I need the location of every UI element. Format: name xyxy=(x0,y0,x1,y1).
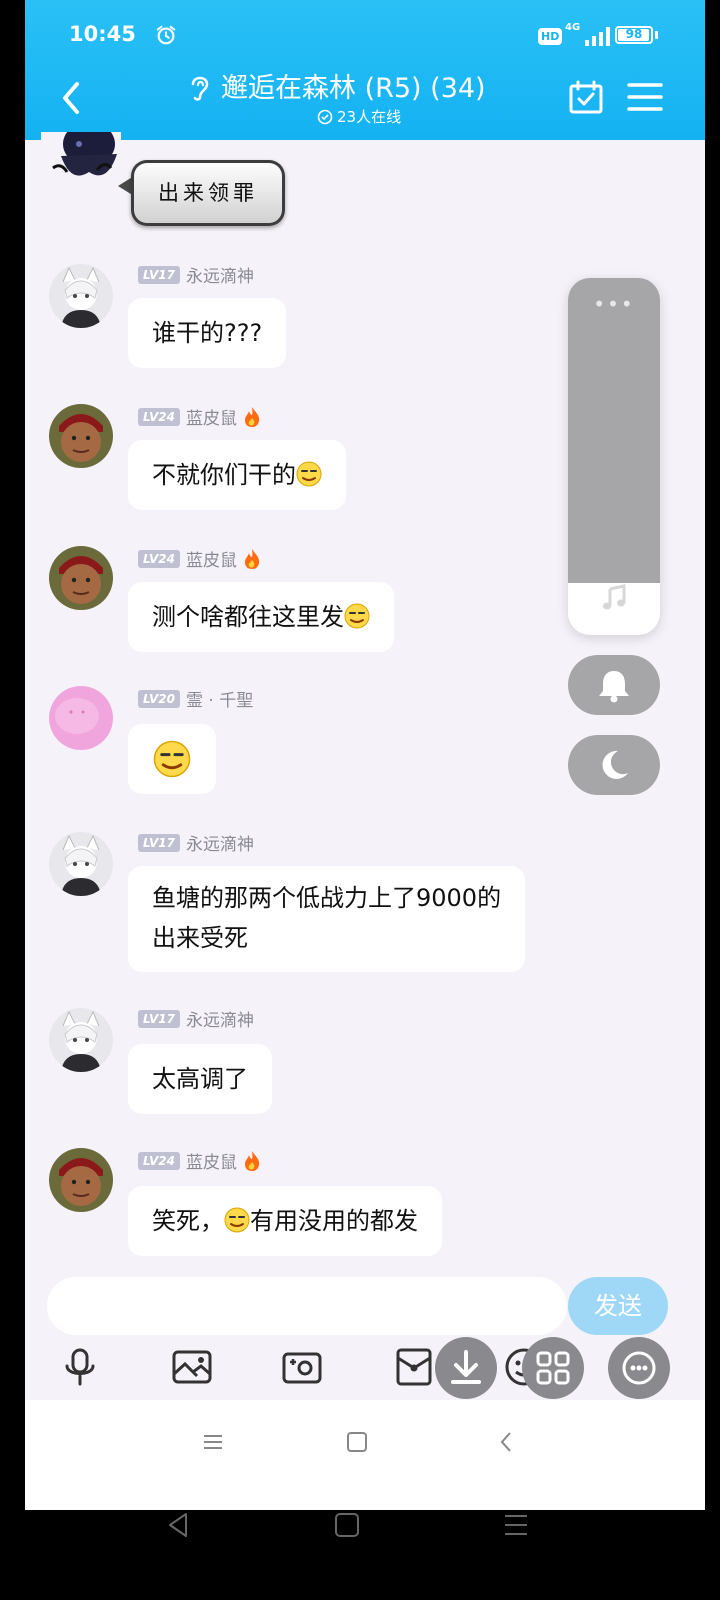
battery-tip xyxy=(655,31,658,39)
sender-name[interactable]: 永远滴神 xyxy=(186,1006,254,1031)
fire-icon xyxy=(244,548,260,569)
sender-name[interactable]: 蓝皮鼠 xyxy=(186,546,237,571)
level-badge: LV20 xyxy=(138,689,180,708)
system-home-icon[interactable] xyxy=(333,1510,361,1540)
message-bubble[interactable]: 出来领罪 xyxy=(131,160,285,226)
message-bubble[interactable]: 太高调了 xyxy=(128,1044,272,1114)
message-bubble[interactable]: 谁干的??? xyxy=(128,298,287,368)
signal-strength-icon xyxy=(585,27,610,46)
avatar[interactable] xyxy=(49,832,113,896)
online-status[interactable]: 23人在线 xyxy=(317,106,401,127)
avatar[interactable] xyxy=(49,546,113,610)
microphone-icon[interactable] xyxy=(59,1346,101,1388)
message-text: 笑死， xyxy=(152,1207,224,1235)
avatar[interactable] xyxy=(49,404,113,468)
more-dots-icon[interactable]: ••• xyxy=(568,292,660,316)
sender-name[interactable]: 蓝皮鼠 xyxy=(186,1148,237,1173)
group-title[interactable]: 邂逅在森林 (R5) (34) xyxy=(221,66,486,105)
smirk-emoji-icon xyxy=(344,603,370,629)
bell-icon xyxy=(599,671,629,703)
red-packet-icon[interactable] xyxy=(393,1346,435,1388)
sender-name[interactable]: 霊 · 千聖 xyxy=(186,686,253,711)
message-text: 太高调了 xyxy=(152,1065,248,1093)
sender-name[interactable]: 永远滴神 xyxy=(186,262,254,287)
message-bubble[interactable]: 测个啥都往这里发 xyxy=(128,582,394,652)
smirk-emoji-icon xyxy=(224,1207,250,1233)
message-text: 有用没用的都发 xyxy=(250,1207,418,1235)
network-type: 4G xyxy=(565,22,581,33)
smirk-emoji-icon xyxy=(296,461,322,487)
checkin-button[interactable] xyxy=(567,78,605,116)
avatar[interactable] xyxy=(49,1148,113,1212)
apps-grid-button[interactable] xyxy=(522,1337,584,1399)
level-badge: LV17 xyxy=(138,265,180,284)
message-bubble[interactable]: 笑死， 有用没用的都发 xyxy=(128,1186,442,1256)
menu-button[interactable] xyxy=(625,80,665,114)
avatar[interactable] xyxy=(49,686,113,750)
system-back-icon[interactable] xyxy=(164,1510,192,1540)
app-screen: 10:45 HD 4G 98 邂逅在森林 (R5) (34) 23人在线 出来领… xyxy=(25,0,705,1510)
message-bubble[interactable]: 鱼塘的那两个低战力上了9000的 出来受死 xyxy=(128,866,526,972)
chat-header: 10:45 HD 4G 98 邂逅在森林 (R5) (34) 23人在线 xyxy=(25,0,705,140)
message-text: 不就你们干的 xyxy=(152,461,296,489)
level-badge: LV17 xyxy=(138,1009,180,1028)
dark-mode-button[interactable] xyxy=(568,735,660,795)
fire-icon xyxy=(244,406,260,427)
app-navigation-bar xyxy=(25,1400,705,1510)
sender-name[interactable]: 永远滴神 xyxy=(186,830,254,855)
chevron-left-icon xyxy=(63,82,79,114)
more-options-button[interactable] xyxy=(608,1337,670,1399)
avatar[interactable] xyxy=(49,264,113,328)
image-icon[interactable] xyxy=(171,1346,213,1388)
music-note-icon[interactable] xyxy=(600,583,630,613)
floating-panel[interactable]: ••• xyxy=(568,278,660,635)
online-check-icon xyxy=(317,109,333,124)
bell-button[interactable] xyxy=(568,655,660,715)
back-nav-icon[interactable] xyxy=(495,1430,519,1454)
more-circle-icon xyxy=(622,1351,656,1385)
battery-level: 98 xyxy=(625,27,643,41)
message-bubble[interactable] xyxy=(128,724,216,794)
system-recents-icon[interactable] xyxy=(502,1510,530,1540)
level-badge: LV24 xyxy=(138,1151,180,1170)
avatar[interactable] xyxy=(41,132,121,190)
message-input[interactable] xyxy=(47,1277,567,1335)
hamburger-menu-icon xyxy=(627,83,663,111)
avatar[interactable] xyxy=(49,1008,113,1072)
back-button[interactable] xyxy=(55,78,91,118)
online-count: 23人在线 xyxy=(337,108,402,126)
download-icon xyxy=(451,1350,481,1384)
message-text: 谁干的??? xyxy=(152,319,263,347)
level-badge: LV17 xyxy=(138,833,180,852)
camera-icon[interactable] xyxy=(281,1346,323,1388)
smirk-emoji-icon xyxy=(153,740,191,778)
battery-icon: 98 xyxy=(615,26,653,44)
message-text: 测个啥都往这里发 xyxy=(152,603,344,631)
ear-icon xyxy=(191,76,209,101)
grid-icon xyxy=(536,1351,570,1385)
alarm-clock-icon xyxy=(156,25,176,45)
menu-nav-icon[interactable] xyxy=(201,1430,225,1454)
send-button[interactable]: 发送 xyxy=(568,1277,668,1335)
sender-name[interactable]: 蓝皮鼠 xyxy=(186,404,237,429)
status-time: 10:45 xyxy=(69,22,136,46)
message-text-line: 出来受死 xyxy=(152,924,248,952)
floating-panel-body xyxy=(568,278,660,583)
calendar-check-icon xyxy=(569,80,603,114)
fire-icon xyxy=(244,1150,260,1171)
level-badge: LV24 xyxy=(138,549,180,568)
moon-icon xyxy=(602,750,628,779)
hd-badge: HD xyxy=(538,28,563,45)
message-text-line: 鱼塘的那两个低战力上了9000的 xyxy=(152,884,502,912)
message-bubble[interactable]: 不就你们干的 xyxy=(128,440,346,510)
home-nav-icon[interactable] xyxy=(345,1430,369,1454)
download-button[interactable] xyxy=(435,1337,497,1399)
level-badge: LV24 xyxy=(138,407,180,426)
